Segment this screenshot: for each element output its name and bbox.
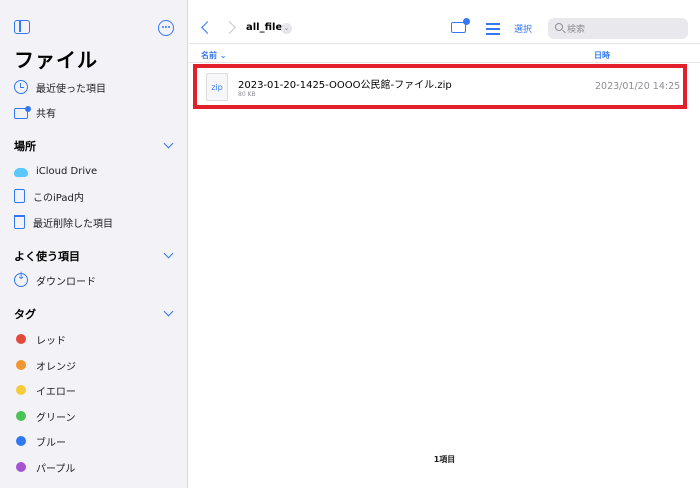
tag-color-dot-icon	[16, 334, 26, 344]
section-tags-title: タグ	[14, 308, 36, 321]
forward-chevron-icon[interactable]	[223, 21, 236, 34]
search-field[interactable]: 検索	[548, 18, 688, 39]
file-browser: all_file ⌄ 選択 検索 名前 ⌄ 日時 zip 2023-01-20-…	[189, 0, 700, 488]
list-view-icon[interactable]	[486, 23, 500, 35]
clock-icon	[14, 80, 28, 94]
sidebar-item-label: グリーン	[36, 412, 76, 424]
item-count: 1項目	[433, 455, 456, 464]
icloud-icon	[14, 168, 28, 177]
sidebar-toggle-icon[interactable]	[14, 20, 30, 34]
divider	[189, 43, 700, 44]
download-icon	[14, 271, 28, 287]
tag-color-dot-icon	[16, 462, 26, 472]
chevron-down-icon[interactable]	[163, 138, 174, 149]
sidebar-item-label: このiPad内	[33, 192, 84, 204]
more-options-icon[interactable]	[158, 20, 174, 36]
shared-folder-icon	[14, 105, 31, 119]
chevron-down-icon[interactable]	[163, 248, 174, 259]
sidebar-item-on-my-ipad[interactable]: このiPad内	[14, 186, 84, 206]
folder-title[interactable]: all_file	[246, 22, 282, 33]
search-icon	[555, 23, 563, 31]
sidebar-item-label: イエロー	[36, 386, 76, 398]
sidebar-item-tag-yellow[interactable]: イエロー	[14, 380, 76, 400]
sidebar-item-recents[interactable]: 最近使った項目	[14, 77, 106, 97]
new-folder-icon[interactable]	[451, 18, 470, 33]
column-header-name[interactable]: 名前 ⌄	[201, 50, 227, 61]
sidebar-title: ファイル	[14, 48, 98, 72]
sidebar-item-label: iCloud Drive	[36, 165, 98, 177]
sidebar: ファイル 最近使った項目 共有 場所 iCloud Drive このiPad内 …	[0, 0, 188, 488]
sidebar-item-downloads[interactable]: ダウンロード	[14, 270, 96, 290]
select-button[interactable]: 選択	[514, 22, 532, 35]
sidebar-item-tag-blue[interactable]: ブルー	[14, 431, 66, 451]
sidebar-item-label: 最近削除した項目	[33, 218, 113, 230]
file-size: 80 KB	[238, 91, 256, 98]
column-header-date[interactable]: 日時	[594, 50, 610, 61]
tag-color-dot-icon	[16, 385, 26, 395]
sidebar-item-tag-green[interactable]: グリーン	[14, 406, 76, 426]
section-favorites-title: よく使う項目	[14, 250, 80, 263]
sidebar-item-label: 最近使った項目	[36, 83, 106, 95]
back-chevron-icon[interactable]	[201, 21, 214, 34]
sidebar-item-label: ブルー	[36, 437, 66, 449]
sidebar-item-tag-orange[interactable]: オレンジ	[14, 355, 76, 375]
chevron-down-icon[interactable]	[163, 306, 174, 317]
tag-color-dot-icon	[16, 411, 26, 421]
ipad-icon	[14, 189, 25, 203]
sidebar-item-shared[interactable]: 共有	[14, 102, 56, 122]
tag-color-dot-icon	[16, 360, 26, 370]
section-locations-title: 場所	[14, 140, 36, 153]
sidebar-item-label: オレンジ	[36, 361, 76, 373]
file-type-label: zip	[211, 83, 223, 92]
file-date: 2023/01/20 14:25	[595, 81, 681, 92]
sidebar-item-icloud-drive[interactable]: iCloud Drive	[14, 161, 97, 181]
zip-file-icon: zip	[206, 73, 228, 101]
sidebar-item-label: レッド	[36, 335, 66, 347]
file-row[interactable]: zip 2023-01-20-1425-OOOO公民館-ファイル.zip 80 …	[193, 64, 687, 109]
title-menu-chevron-icon[interactable]: ⌄	[281, 23, 292, 34]
file-name: 2023-01-20-1425-OOOO公民館-ファイル.zip	[238, 80, 452, 91]
sidebar-item-label: パープル	[36, 463, 76, 475]
divider	[189, 62, 700, 63]
sidebar-item-tag-red[interactable]: レッド	[14, 329, 66, 349]
sidebar-item-tag-purple[interactable]: パープル	[14, 457, 75, 477]
trash-icon	[14, 215, 25, 229]
sidebar-item-recently-deleted[interactable]: 最近削除した項目	[14, 212, 113, 232]
tag-color-dot-icon	[16, 436, 26, 446]
sidebar-item-label: 共有	[36, 108, 56, 120]
sidebar-item-label: ダウンロード	[36, 276, 96, 288]
search-placeholder: 検索	[567, 25, 586, 35]
